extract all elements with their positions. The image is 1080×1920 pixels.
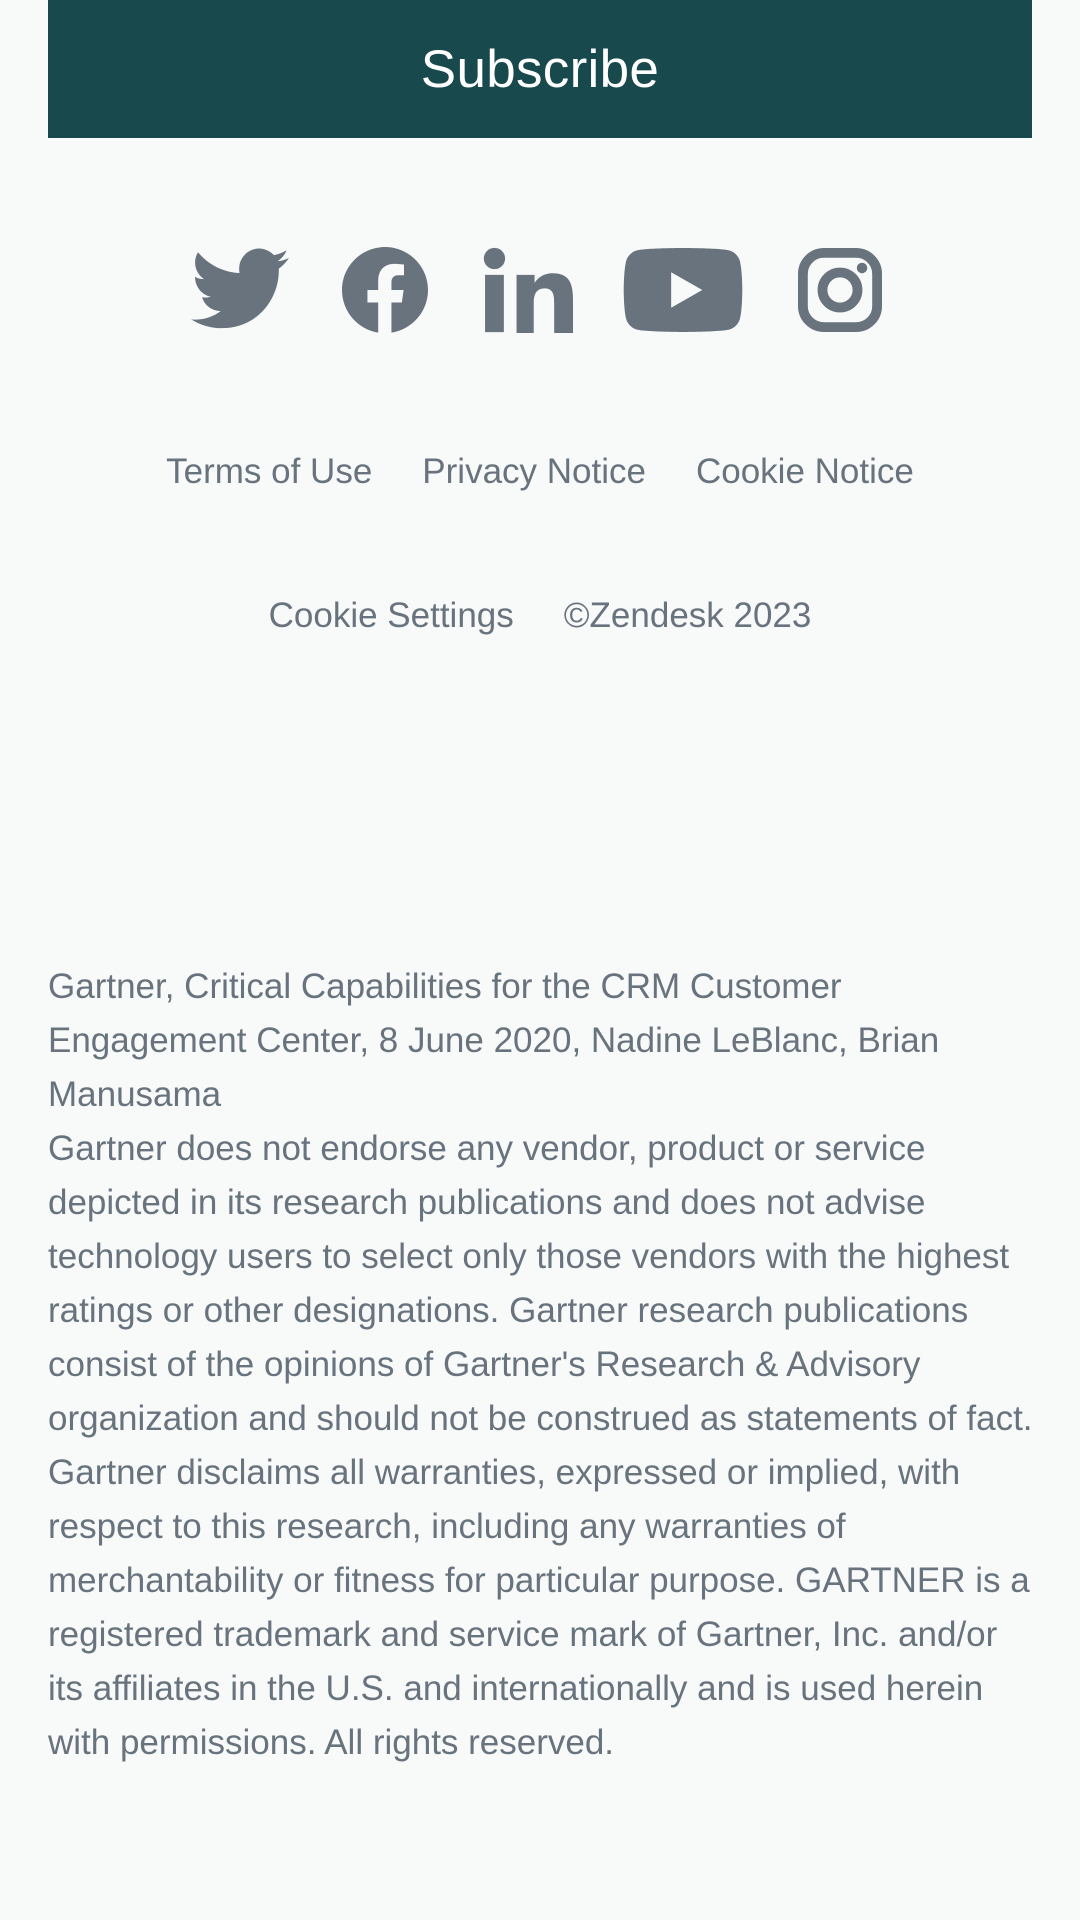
youtube-icon bbox=[623, 248, 743, 332]
instagram-icon bbox=[798, 248, 882, 332]
instagram-link[interactable] bbox=[795, 245, 885, 335]
linkedin-link[interactable] bbox=[478, 245, 578, 335]
disclaimer-citation: Gartner, Critical Capabilities for the C… bbox=[48, 967, 940, 1114]
youtube-link[interactable] bbox=[622, 245, 744, 335]
gartner-disclaimer: Gartner, Critical Capabilities for the C… bbox=[48, 960, 1038, 1770]
linkedin-icon bbox=[483, 247, 573, 333]
cookie-settings-link[interactable]: Cookie Settings bbox=[269, 596, 514, 636]
disclaimer-body: Gartner does not endorse any vendor, pro… bbox=[48, 1129, 1033, 1762]
facebook-link[interactable] bbox=[340, 245, 430, 335]
terms-of-use-link[interactable]: Terms of Use bbox=[166, 452, 372, 492]
facebook-icon bbox=[342, 247, 428, 333]
twitter-link[interactable] bbox=[190, 245, 290, 335]
subscribe-button[interactable]: Subscribe bbox=[48, 0, 1032, 138]
privacy-notice-link[interactable]: Privacy Notice bbox=[422, 452, 646, 492]
social-links bbox=[0, 245, 1080, 335]
legal-links: Terms of Use Privacy Notice Cookie Notic… bbox=[0, 452, 1080, 492]
legal-links-secondary: Cookie Settings ©Zendesk 2023 bbox=[0, 596, 1080, 636]
twitter-icon bbox=[191, 248, 289, 329]
copyright-text: ©Zendesk 2023 bbox=[563, 596, 812, 635]
cookie-notice-link[interactable]: Cookie Notice bbox=[696, 452, 914, 492]
footer-page: Subscribe Terms of Use Privacy Notice Co… bbox=[0, 0, 1080, 1920]
